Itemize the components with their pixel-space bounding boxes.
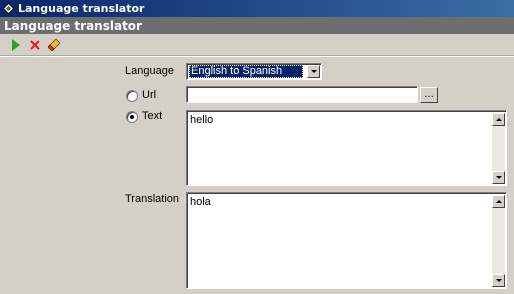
window-titlebar: Language translator (0, 0, 514, 17)
url-label: Url (142, 89, 157, 101)
translation-label: Translation (125, 193, 180, 205)
language-label: Language (125, 65, 174, 77)
scroll-up-icon[interactable] (492, 113, 505, 126)
url-radio[interactable] (126, 90, 138, 102)
browse-button[interactable]: ... (420, 87, 438, 103)
run-button[interactable] (9, 37, 23, 53)
text-input-value: hello (190, 114, 214, 126)
window-title: Language translator (18, 2, 145, 15)
toolbar (0, 34, 514, 56)
language-select-value: English to Spanish (189, 65, 303, 78)
page-title: Language translator (0, 17, 514, 34)
url-input[interactable] (186, 86, 418, 103)
text-scrollbar[interactable] (492, 113, 505, 184)
text-input[interactable]: hello (186, 110, 507, 186)
app-icon (3, 3, 14, 14)
chevron-down-icon[interactable] (307, 65, 320, 78)
translation-scrollbar[interactable] (492, 195, 505, 287)
eraser-icon (47, 38, 61, 51)
translation-output[interactable]: hola (186, 192, 507, 289)
language-select[interactable]: English to Spanish (186, 63, 322, 80)
close-icon (30, 39, 40, 50)
text-radio[interactable] (126, 111, 138, 123)
clear-button[interactable] (47, 37, 61, 53)
text-label: Text (142, 110, 163, 122)
scroll-down-icon[interactable] (492, 274, 505, 287)
scroll-down-icon[interactable] (492, 171, 505, 184)
cancel-button[interactable] (28, 37, 42, 53)
translation-output-value: hola (190, 196, 211, 208)
play-icon (12, 38, 20, 51)
scroll-up-icon[interactable] (492, 195, 505, 208)
